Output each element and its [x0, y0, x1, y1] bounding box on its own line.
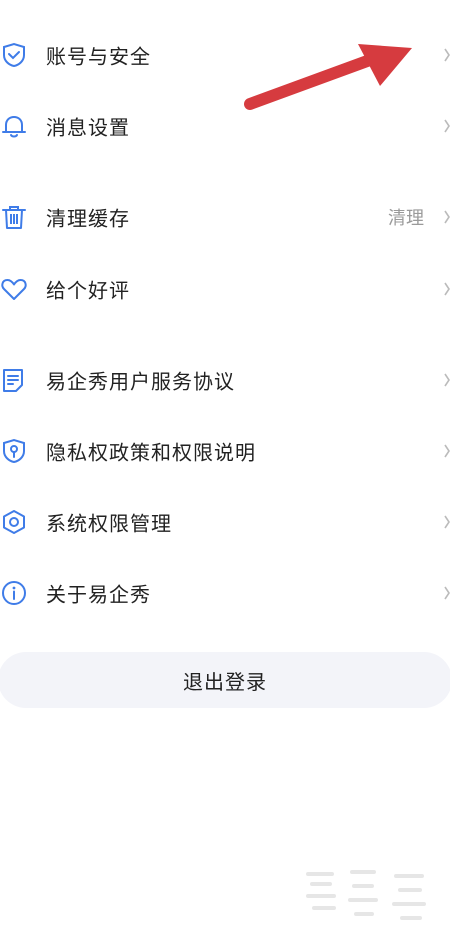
clear-cache-action[interactable]: 清理: [388, 204, 424, 230]
heart-icon: [0, 275, 28, 303]
menu-item-label: 系统权限管理: [46, 511, 172, 536]
menu-item-label: 隐私权政策和权限说明: [46, 440, 256, 465]
chevron-right-icon: [444, 515, 450, 529]
menu-item-user-agreement[interactable]: 易企秀用户服务协议: [0, 354, 450, 406]
chevron-right-icon: [444, 444, 450, 458]
chevron-right-icon: [444, 210, 450, 224]
menu-item-label: 账号与安全: [46, 44, 151, 69]
bell-icon: [0, 112, 28, 140]
menu-item-label: 清理缓存: [46, 206, 130, 231]
annotation-arrow-icon: [244, 44, 412, 110]
menu-item-about[interactable]: 关于易企秀: [0, 567, 450, 619]
chevron-right-icon: [444, 48, 450, 62]
settings-screen: 账号与安全 消息设置 清理缓存 清理 给个好评 易企秀用户服务协议 隐私权政策和…: [0, 0, 450, 939]
document-icon: [0, 366, 28, 394]
menu-item-label: 消息设置: [46, 115, 130, 140]
menu-item-privacy-policy[interactable]: 隐私权政策和权限说明: [0, 425, 450, 477]
menu-item-rate-app[interactable]: 给个好评: [0, 263, 450, 315]
hexagon-gear-icon: [0, 508, 28, 536]
menu-item-label: 关于易企秀: [46, 582, 151, 607]
menu-item-label: 给个好评: [46, 278, 130, 303]
menu-item-system-permissions[interactable]: 系统权限管理: [0, 496, 450, 548]
shield-check-icon: [0, 41, 28, 69]
info-icon: [0, 579, 28, 607]
shield-pin-icon: [0, 437, 28, 465]
watermark-logo: [306, 870, 426, 920]
trash-icon: [0, 203, 28, 231]
menu-item-clear-cache[interactable]: 清理缓存 清理: [0, 191, 450, 243]
chevron-right-icon: [444, 586, 450, 600]
menu-item-label: 易企秀用户服务协议: [46, 369, 235, 394]
chevron-right-icon: [444, 282, 450, 296]
chevron-right-icon: [444, 373, 450, 387]
logout-button[interactable]: 退出登录: [0, 652, 450, 708]
chevron-right-icon: [444, 119, 450, 133]
